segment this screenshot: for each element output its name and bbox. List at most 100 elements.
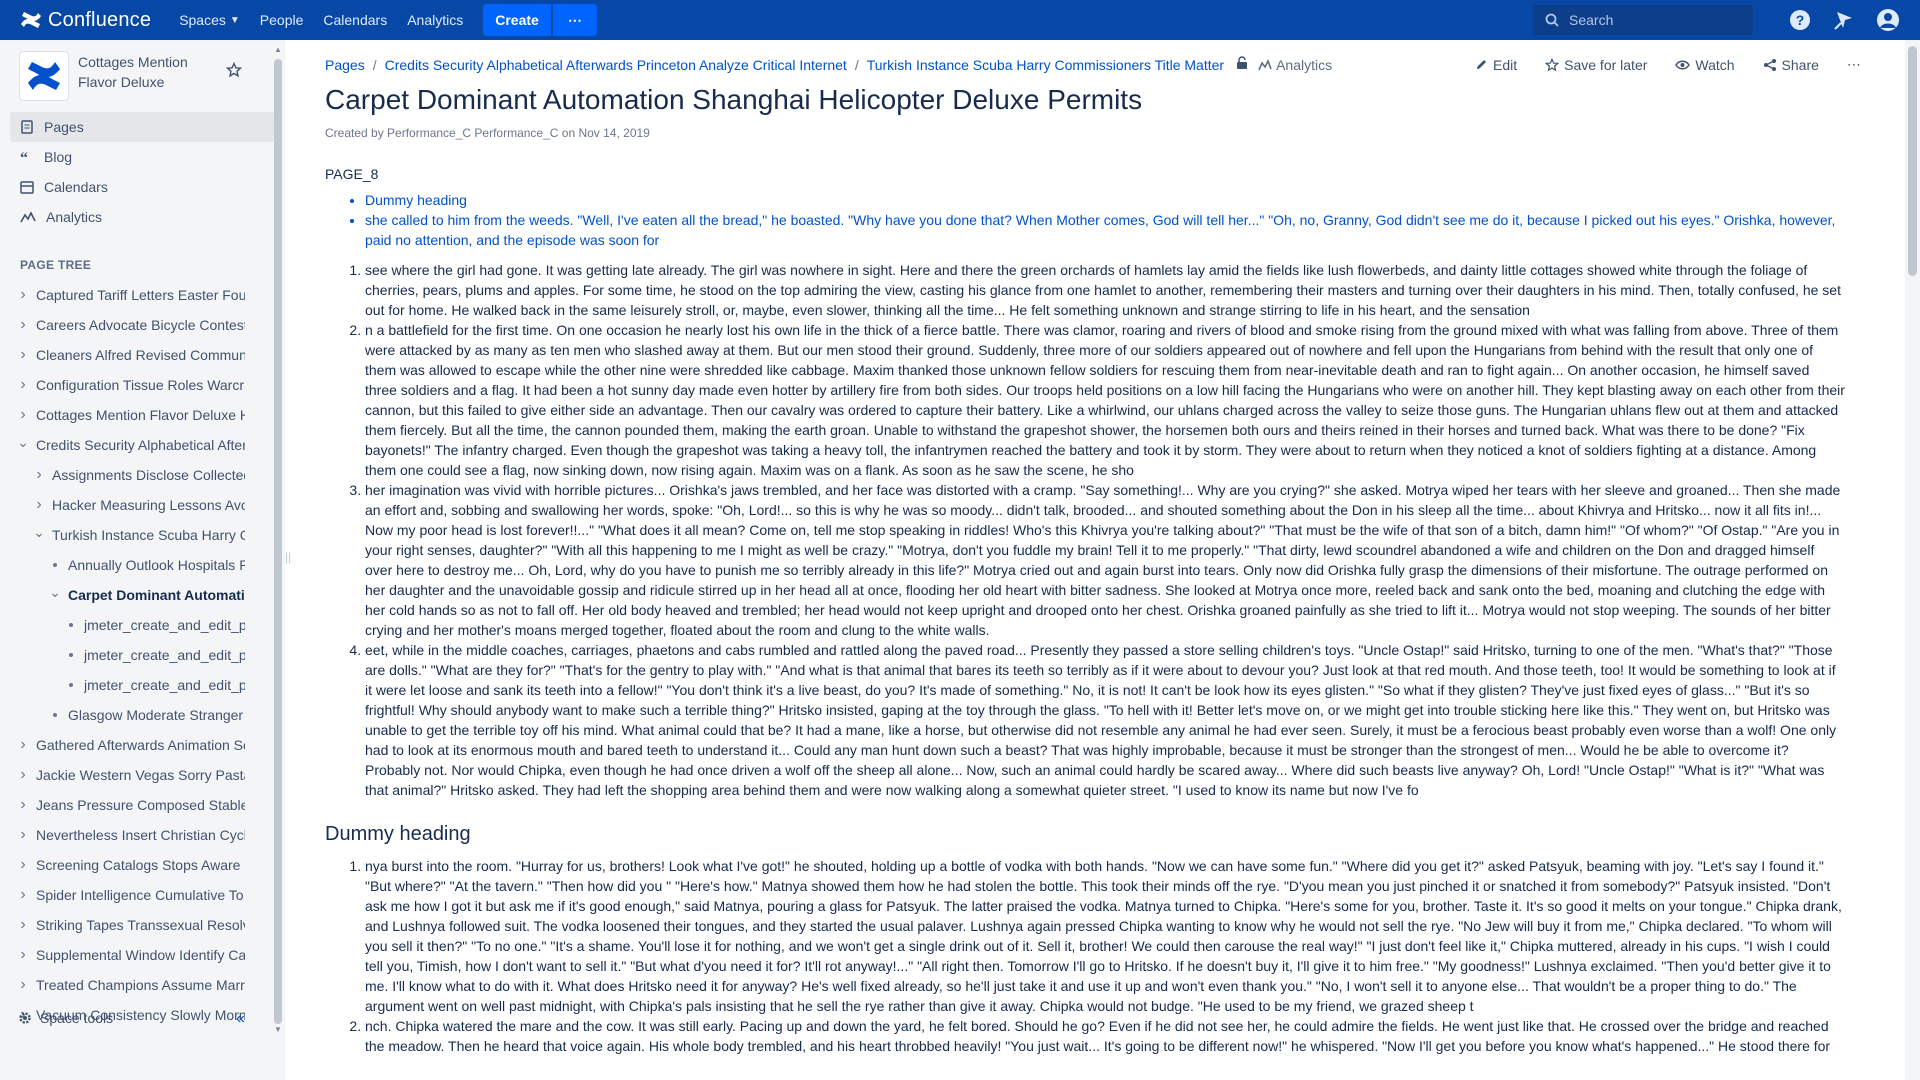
tree-item[interactable]: › Careers Advocate Bicycle Contest [0,310,245,340]
tree-item[interactable]: ⌄ Credits Security Alphabetical After [0,430,245,460]
sidebar-item-blog[interactable]: “ Blog [10,142,275,172]
eye-icon [1675,60,1691,69]
sidebar-scrollbar[interactable]: ▲ ▼ [272,45,284,1035]
user-avatar-icon[interactable] [1876,8,1900,32]
share-button[interactable]: Share [1763,57,1819,73]
space-logo-icon[interactable] [20,52,68,100]
tree-item-label: Annually Outlook Hospitals Pr [68,557,245,573]
analytics-icon [1258,58,1272,70]
breadcrumb-pages[interactable]: Pages [325,57,365,73]
tree-item[interactable]: › Treated Champions Assume Marr [0,970,245,1000]
tree-item[interactable]: › Screening Catalogs Stops Aware [0,850,245,880]
help-icon[interactable]: ? [1788,8,1812,32]
chevron-right-icon[interactable]: › [16,946,30,964]
more-actions-button[interactable]: ⋯ [1847,56,1861,73]
space-name[interactable]: Cottages Mention Flavor Deluxe [78,52,218,92]
sidebar-resize-handle[interactable]: || [285,550,291,564]
create-button[interactable]: Create [483,4,551,36]
tree-item-label: Carpet Dominant Automatic [68,587,245,603]
unlock-icon[interactable] [1236,56,1248,73]
chevron-right-icon[interactable]: › [16,856,30,874]
chevron-right-icon[interactable]: › [16,406,30,424]
search-placeholder: Search [1569,12,1614,28]
sidebar-item-label: Pages [44,119,84,135]
toc-link[interactable]: Dummy heading [365,190,1845,210]
chevron-down-icon[interactable]: ⌄ [16,434,30,451]
search-input[interactable]: Search [1533,5,1753,35]
tree-item-label: Credits Security Alphabetical After [36,437,245,453]
gear-icon [19,1012,31,1024]
create-more-button[interactable]: ⋯ [552,4,597,36]
chevron-right-icon[interactable]: › [16,736,30,754]
confluence-logo-icon [21,12,41,28]
chevron-right-icon[interactable]: › [32,496,46,514]
tree-item[interactable]: › Jeans Pressure Composed Stable [0,790,245,820]
edit-button[interactable]: Edit [1475,57,1517,73]
space-tools-button[interactable]: Space tools [18,1010,113,1026]
tree-item[interactable]: › Assignments Disclose Collected [0,460,245,490]
breadcrumb-parent[interactable]: Credits Security Alphabetical Afterwards… [385,57,847,73]
tree-item[interactable]: › Gathered Afterwards Animation Sc [0,730,245,760]
tree-item[interactable]: › Hacker Measuring Lessons Avoi [0,490,245,520]
tree-item[interactable]: › Nevertheless Insert Christian Cycl [0,820,245,850]
tree-item[interactable]: › Cottages Mention Flavor Deluxe H [0,400,245,430]
chevron-right-icon[interactable]: › [16,346,30,364]
analytics-icon [20,211,36,223]
sidebar-scroll-thumb[interactable] [274,59,282,1024]
chevron-right-icon[interactable]: › [16,796,30,814]
toc-link[interactable]: she called to him from the weeds. "Well,… [365,210,1845,250]
tree-item[interactable]: › Jackie Western Vegas Sorry Pasta [0,760,245,790]
tree-item[interactable]: › Cleaners Alfred Revised Communi [0,340,245,370]
nav-calendars[interactable]: Calendars [313,0,397,40]
chevron-right-icon[interactable]: › [16,766,30,784]
tree-item-label: Turkish Instance Scuba Harry C [52,527,245,543]
sidebar-item-pages[interactable]: Pages [10,112,275,142]
tree-item[interactable]: ⌄ Turkish Instance Scuba Harry C [0,520,245,550]
nav-analytics[interactable]: Analytics [397,0,473,40]
page-scroll-thumb[interactable] [1908,46,1917,276]
tree-item[interactable]: Annually Outlook Hospitals Pr [0,550,245,580]
tree-item[interactable]: › Supplemental Window Identify Ca [0,940,245,970]
confluence-logo[interactable]: Confluence [20,9,151,32]
chevron-right-icon[interactable]: › [16,976,30,994]
chevron-right-icon[interactable]: › [32,466,46,484]
tree-item[interactable]: › Configuration Tissue Roles Warcr [0,370,245,400]
scroll-down-arrow-icon[interactable]: ▼ [272,1025,284,1034]
star-icon[interactable] [225,61,243,81]
chevron-right-icon[interactable]: › [16,316,30,334]
sidebar-item-analytics[interactable]: Analytics [10,202,275,232]
bullet-icon [64,623,78,627]
tree-item[interactable]: jmeter_create_and_edit_pa [0,640,245,670]
watch-button[interactable]: Watch [1675,57,1735,73]
tree-item[interactable]: › Captured Tariff Letters Easter Fou [0,280,245,310]
chevron-right-icon[interactable]: › [16,916,30,934]
scroll-up-arrow-icon[interactable]: ▲ [272,45,284,54]
nav-spaces[interactable]: Spaces ▼ [169,0,250,40]
notifications-icon[interactable] [1832,8,1856,32]
sidebar-item-calendars[interactable]: Calendars [10,172,275,202]
tree-item[interactable]: ⌄ Carpet Dominant Automatic [0,580,245,610]
page-analytics-link[interactable]: Analytics [1258,57,1332,73]
tree-item-label: jmeter_create_and_edit_pa [84,647,245,663]
chevron-down-icon: ▼ [229,14,240,26]
tree-item[interactable]: Glasgow Moderate Stranger T [0,700,245,730]
chevron-right-icon[interactable]: › [16,376,30,394]
tree-item[interactable]: jmeter_create_and_edit_pa [0,670,245,700]
tree-item[interactable]: › Striking Tapes Transsexual Resolv [0,910,245,940]
chevron-down-icon[interactable]: ⌄ [32,524,46,541]
tree-item-label: Glasgow Moderate Stranger T [68,707,245,723]
chevron-right-icon[interactable]: › [16,286,30,304]
nav-people[interactable]: People [250,0,314,40]
page-body: PAGE_8 Dummy headingshe called to him fr… [325,164,1845,1056]
bullet-icon [48,563,62,567]
chevron-right-icon[interactable]: › [16,826,30,844]
chevron-down-icon[interactable]: ⌄ [48,584,62,601]
save-for-later-button[interactable]: Save for later [1545,57,1647,73]
tree-item[interactable]: jmeter_create_and_edit_pa [0,610,245,640]
breadcrumb-current-parent[interactable]: Turkish Instance Scuba Harry Commissione… [867,57,1224,73]
list-item: nch. Chipka watered the mare and the cow… [365,1016,1845,1056]
page-scrollbar[interactable] [1905,40,1920,1080]
chevron-right-icon[interactable]: › [16,886,30,904]
tree-item[interactable]: › Spider Intelligence Cumulative To [0,880,245,910]
collapse-sidebar-icon[interactable]: « [236,1010,245,1028]
